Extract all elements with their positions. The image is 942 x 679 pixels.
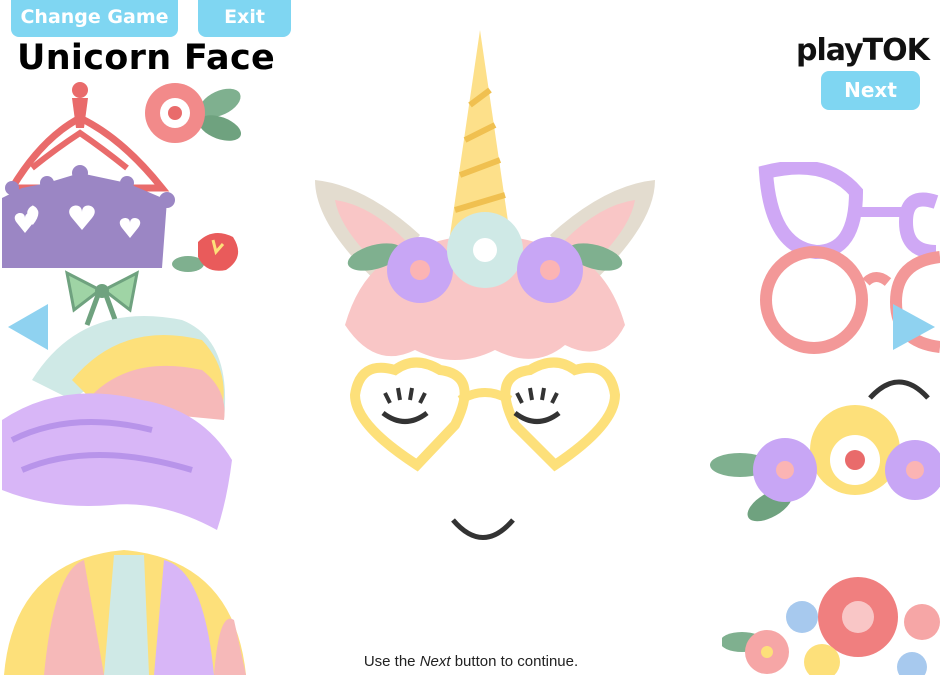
flower-sticker[interactable] [145, 78, 250, 158]
eyebrow-sticker[interactable] [866, 372, 932, 402]
instruction-text: Use the Next button to continue. [0, 653, 942, 670]
playtok-logo: playTOK [796, 33, 930, 68]
change-game-button[interactable]: Change Game [11, 0, 178, 37]
hint-next-word: Next [419, 653, 451, 670]
next-button[interactable]: Next [821, 71, 920, 110]
rose-sticker[interactable] [168, 222, 248, 292]
unicorn-face [315, 30, 655, 540]
exit-button[interactable]: Exit [198, 0, 291, 37]
rainbow-mane-sticker[interactable] [2, 300, 234, 540]
right-arrow-icon[interactable] [893, 304, 935, 350]
flower-crown-sticker[interactable] [710, 405, 940, 530]
page-title: Unicorn Face [17, 38, 276, 78]
hint-prefix: Use the [363, 653, 420, 670]
hint-suffix: button to continue. [450, 653, 579, 670]
